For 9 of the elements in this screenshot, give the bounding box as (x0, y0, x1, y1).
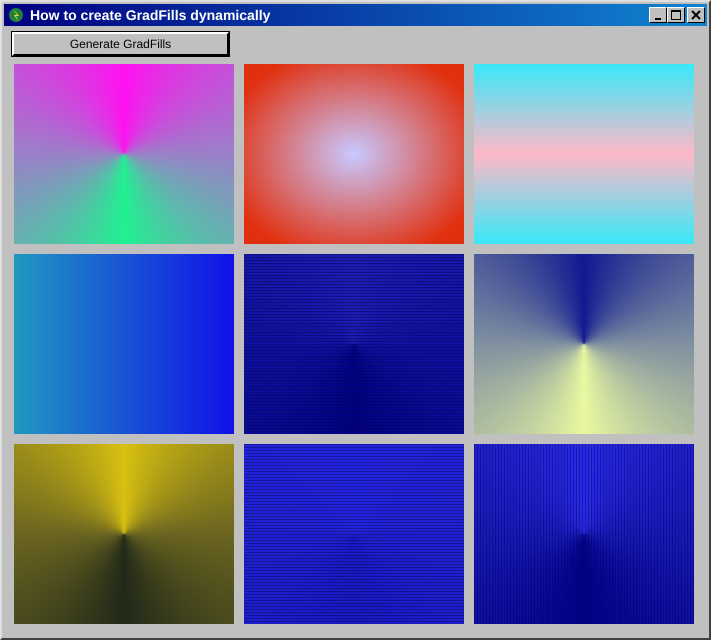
window-title: How to create GradFills dynamically (30, 7, 272, 23)
minimize-icon (655, 18, 661, 20)
app-icon (8, 7, 24, 23)
maximize-button[interactable] (667, 7, 685, 23)
generate-button[interactable]: Generate GradFills (12, 32, 229, 56)
minimize-button[interactable] (649, 7, 667, 23)
close-icon (691, 10, 701, 20)
close-button[interactable] (687, 7, 705, 23)
maximize-icon (671, 10, 681, 20)
